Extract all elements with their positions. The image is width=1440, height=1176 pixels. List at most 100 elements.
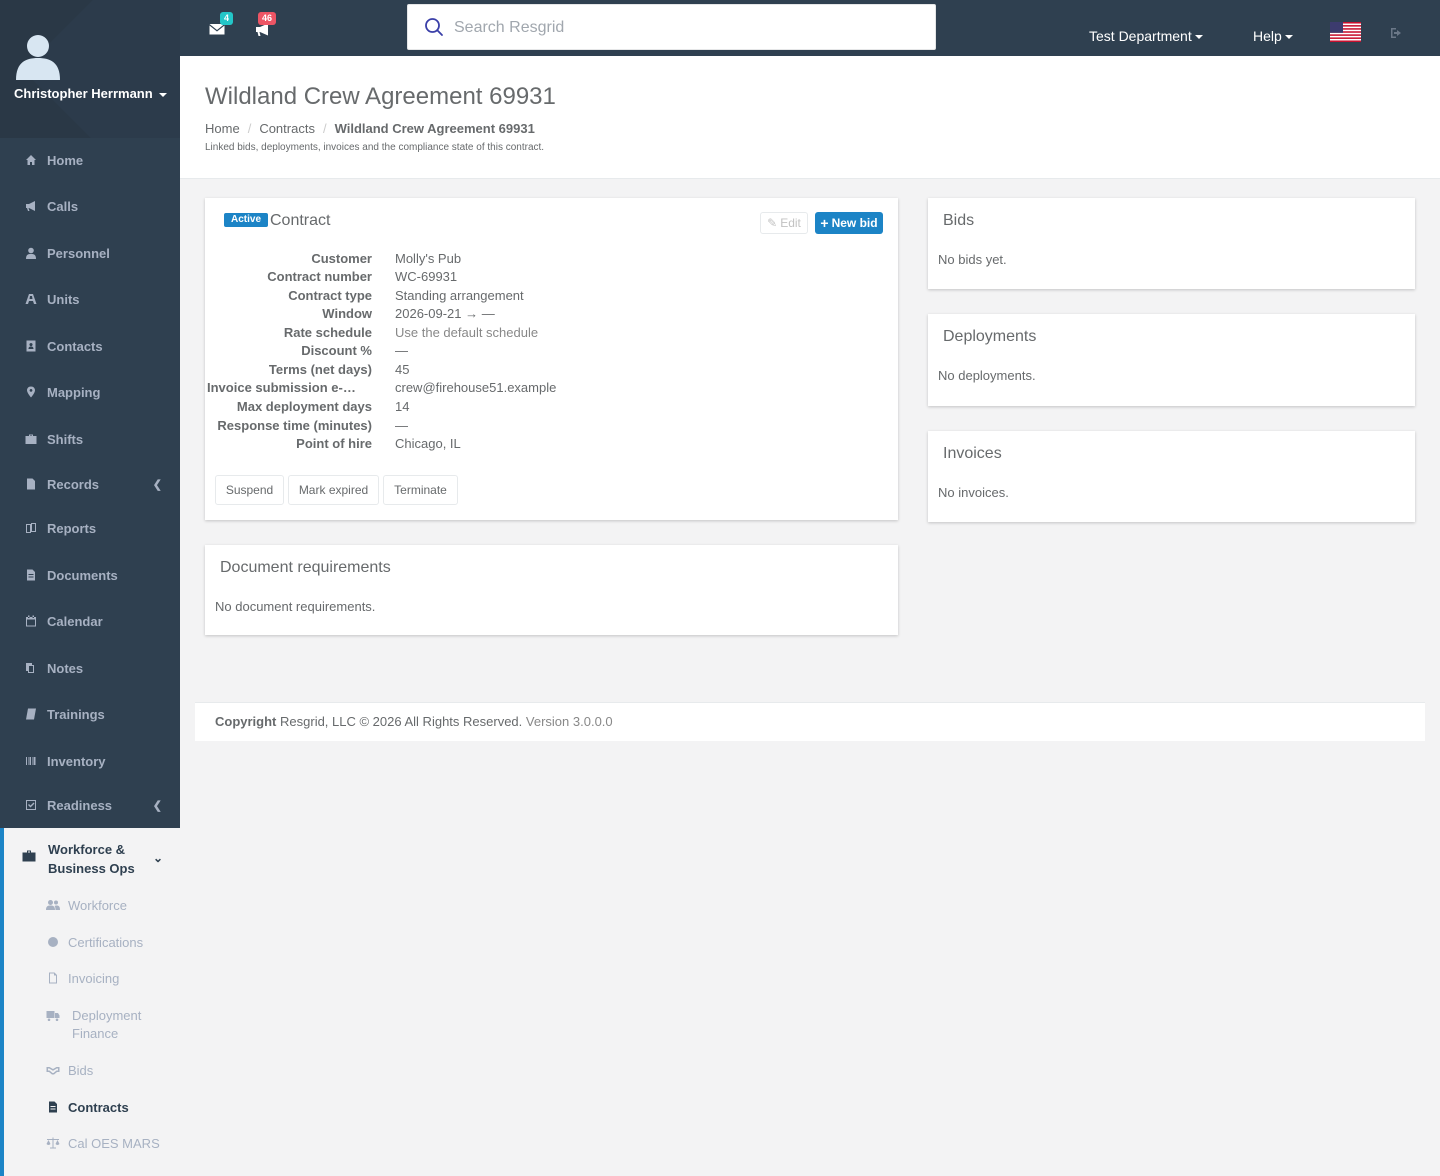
sidebar-item-label: Records xyxy=(47,476,100,492)
bullhorn-icon xyxy=(256,23,268,36)
panel-title: Contract xyxy=(270,212,331,229)
sidebar-item-inventory[interactable]: Inventory xyxy=(0,738,180,784)
file-text-icon xyxy=(46,1100,60,1113)
caret-down-icon xyxy=(1284,35,1293,40)
sidebar-item-units[interactable]: Units xyxy=(0,276,180,322)
sidebar-subitem-label: Bids xyxy=(68,1063,94,1078)
caret-down-icon xyxy=(1194,35,1203,40)
sidebar-item-label: Trainings xyxy=(47,706,105,722)
breadcrumb-home[interactable]: Home xyxy=(205,121,240,136)
calls-button[interactable]: 46 xyxy=(255,12,277,38)
search-input[interactable] xyxy=(454,17,914,39)
field-row: Rate schedule Use the default schedule xyxy=(205,325,895,344)
map-marker-icon xyxy=(24,385,38,399)
edit-button[interactable]: ✎ Edit xyxy=(760,212,808,234)
sidebar-subitem-cal-oes-mars[interactable]: Cal OES MARS xyxy=(46,1135,176,1153)
help-label: Help xyxy=(1253,28,1282,44)
avatar[interactable] xyxy=(16,32,60,80)
empty-message: No document requirements. xyxy=(215,599,376,614)
document-icon xyxy=(24,568,38,582)
field-row: Contract number WC-69931 xyxy=(205,269,895,288)
barcode-icon xyxy=(24,754,38,768)
sidebar-item-personnel[interactable]: Personnel xyxy=(0,230,180,276)
help-dropdown[interactable]: Help xyxy=(1253,28,1293,44)
sidebar-item-documents[interactable]: Documents xyxy=(0,552,180,598)
field-value: Chicago, IL xyxy=(395,436,461,451)
sidebar-group-workforce-business-ops: Workforce & Business Ops ⌄ Workforce Cer… xyxy=(0,828,180,1176)
sidebar-subitem-label: Workforce xyxy=(68,898,127,913)
chevron-down-icon: ⌄ xyxy=(153,851,164,865)
field-label: Invoice submission e-mail xyxy=(207,380,357,395)
mark-expired-button[interactable]: Mark expired xyxy=(288,475,379,505)
field-row: Terms (net days) 45 xyxy=(205,362,895,381)
edit-button-label: Edit xyxy=(780,216,801,230)
user-name: Christopher Herrmann xyxy=(14,86,153,101)
copyright-label: Copyright xyxy=(215,714,277,729)
empty-message: No deployments. xyxy=(938,368,1036,383)
sidebar-item-calendar[interactable]: Calendar xyxy=(0,598,180,644)
sidebar-item-home[interactable]: Home xyxy=(0,137,180,183)
field-value: — xyxy=(395,343,408,358)
field-value: 2026-09-21 → — xyxy=(395,306,495,321)
field-row: Discount % — xyxy=(205,343,895,362)
sidebar-item-mapping[interactable]: Mapping xyxy=(0,369,180,415)
certificate-icon xyxy=(46,935,60,947)
sign-out-icon[interactable] xyxy=(1390,27,1404,39)
sidebar-subitem-contracts[interactable]: Contracts xyxy=(46,1099,176,1117)
user-menu[interactable]: Christopher Herrmann xyxy=(14,86,167,101)
handshake-icon xyxy=(46,1063,60,1075)
breadcrumb-current: Wildland Crew Agreement 69931 xyxy=(334,121,535,136)
sidebar-subitem-bids[interactable]: Bids xyxy=(46,1062,176,1080)
field-label: Rate schedule xyxy=(283,325,372,340)
sidebar-item-records[interactable]: Records ❮ xyxy=(0,461,180,507)
user-icon xyxy=(24,246,38,260)
suspend-button[interactable]: Suspend xyxy=(215,475,284,505)
panel-title: Bids xyxy=(943,212,975,229)
sidebar: Christopher Herrmann Home Calls Personne… xyxy=(0,0,180,1176)
bullhorn-icon xyxy=(24,199,38,213)
notes-icon xyxy=(24,661,38,675)
sidebar-group-label: Workforce & Business Ops xyxy=(48,842,135,876)
sidebar-subitem-deployment-finance[interactable]: Deployment Finance xyxy=(46,1007,176,1041)
reports-icon xyxy=(24,521,38,535)
messages-button[interactable]: 4 xyxy=(209,12,234,38)
copyright-text: Resgrid, LLC © 2026 All Rights Reserved. xyxy=(280,714,523,729)
sidebar-item-calls[interactable]: Calls xyxy=(0,183,180,229)
breadcrumb-contracts[interactable]: Contracts xyxy=(259,121,315,136)
field-row: Invoice submission e-mail crew@firehouse5… xyxy=(205,380,895,399)
field-value: Molly's Pub xyxy=(395,251,462,266)
sidebar-item-trainings[interactable]: Trainings xyxy=(0,691,180,737)
sidebar-item-reports[interactable]: Reports xyxy=(0,505,180,551)
sidebar-item-contacts[interactable]: Contacts xyxy=(0,323,180,369)
sidebar-item-shifts[interactable]: Shifts xyxy=(0,416,180,462)
sidebar-subitem-label: Contracts xyxy=(68,1100,129,1115)
department-dropdown[interactable]: Test Department xyxy=(1089,28,1203,44)
field-row: Customer Molly's Pub xyxy=(205,251,895,270)
search-icon xyxy=(425,18,443,36)
search-box[interactable] xyxy=(407,4,936,50)
sidebar-subitem-certifications[interactable]: Certifications xyxy=(46,934,176,952)
field-value: Use the default schedule xyxy=(395,325,539,340)
sidebar-item-label: Inventory xyxy=(47,753,106,769)
panel-title: Document requirements xyxy=(220,559,391,576)
sidebar-item-label: Calls xyxy=(47,198,79,214)
sidebar-subitem-workforce[interactable]: Workforce xyxy=(46,897,176,915)
new-bid-button[interactable]: + New bid xyxy=(815,212,883,234)
terminate-button-label: Terminate xyxy=(394,483,447,497)
sidebar-subitem-label: Invoicing xyxy=(68,971,120,986)
check-square-icon xyxy=(24,798,38,812)
chevron-left-icon: ❮ xyxy=(152,479,162,491)
mark-expired-button-label: Mark expired xyxy=(298,483,369,497)
sidebar-item-notes[interactable]: Notes xyxy=(0,645,180,691)
field-label: Discount % xyxy=(301,343,372,358)
home-icon xyxy=(24,153,38,167)
deployments-panel: Deployments No deployments. xyxy=(928,314,1415,406)
terminate-button[interactable]: Terminate xyxy=(383,475,458,505)
us-flag-icon[interactable] xyxy=(1330,22,1361,42)
field-label: Contract number xyxy=(267,269,372,284)
sidebar-item-label: Home xyxy=(47,152,84,168)
document-requirements-panel: Document requirements No document requir… xyxy=(205,545,898,635)
bids-panel: Bids No bids yet. xyxy=(928,198,1415,289)
sidebar-subitem-invoicing[interactable]: Invoicing xyxy=(46,970,176,988)
sidebar-item-readiness[interactable]: Readiness ❮ xyxy=(0,782,180,828)
